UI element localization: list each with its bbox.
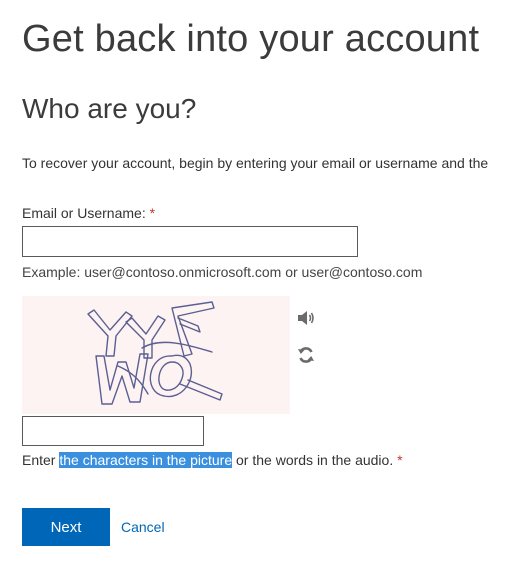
- speaker-icon[interactable]: [296, 309, 316, 327]
- captcha-instructions: Enter the characters in the picture or t…: [22, 451, 403, 469]
- email-example-text: Example: user@contoso.onmicrosoft.com or…: [22, 264, 423, 280]
- captcha-required-mark: *: [397, 452, 403, 468]
- cancel-link[interactable]: Cancel: [121, 519, 165, 535]
- email-field[interactable]: [22, 226, 358, 257]
- next-button[interactable]: Next: [22, 508, 110, 546]
- captcha-help-after: or the words in the audio.: [232, 452, 394, 468]
- intro-text: To recover your account, begin by enteri…: [22, 155, 489, 171]
- selected-text: the characters in the picture: [59, 452, 233, 468]
- refresh-icon[interactable]: [296, 345, 316, 365]
- email-label-text: Email or Username:: [22, 205, 146, 221]
- required-mark: *: [149, 205, 156, 221]
- captcha-distorted-text: [87, 301, 223, 405]
- captcha-input[interactable]: [22, 416, 204, 446]
- page-title: Get back into your account: [22, 18, 480, 60]
- captcha-image: [22, 296, 290, 414]
- section-title: Who are you?: [22, 93, 197, 124]
- email-label: Email or Username: *: [22, 205, 155, 221]
- captcha-help-before: Enter: [22, 452, 60, 468]
